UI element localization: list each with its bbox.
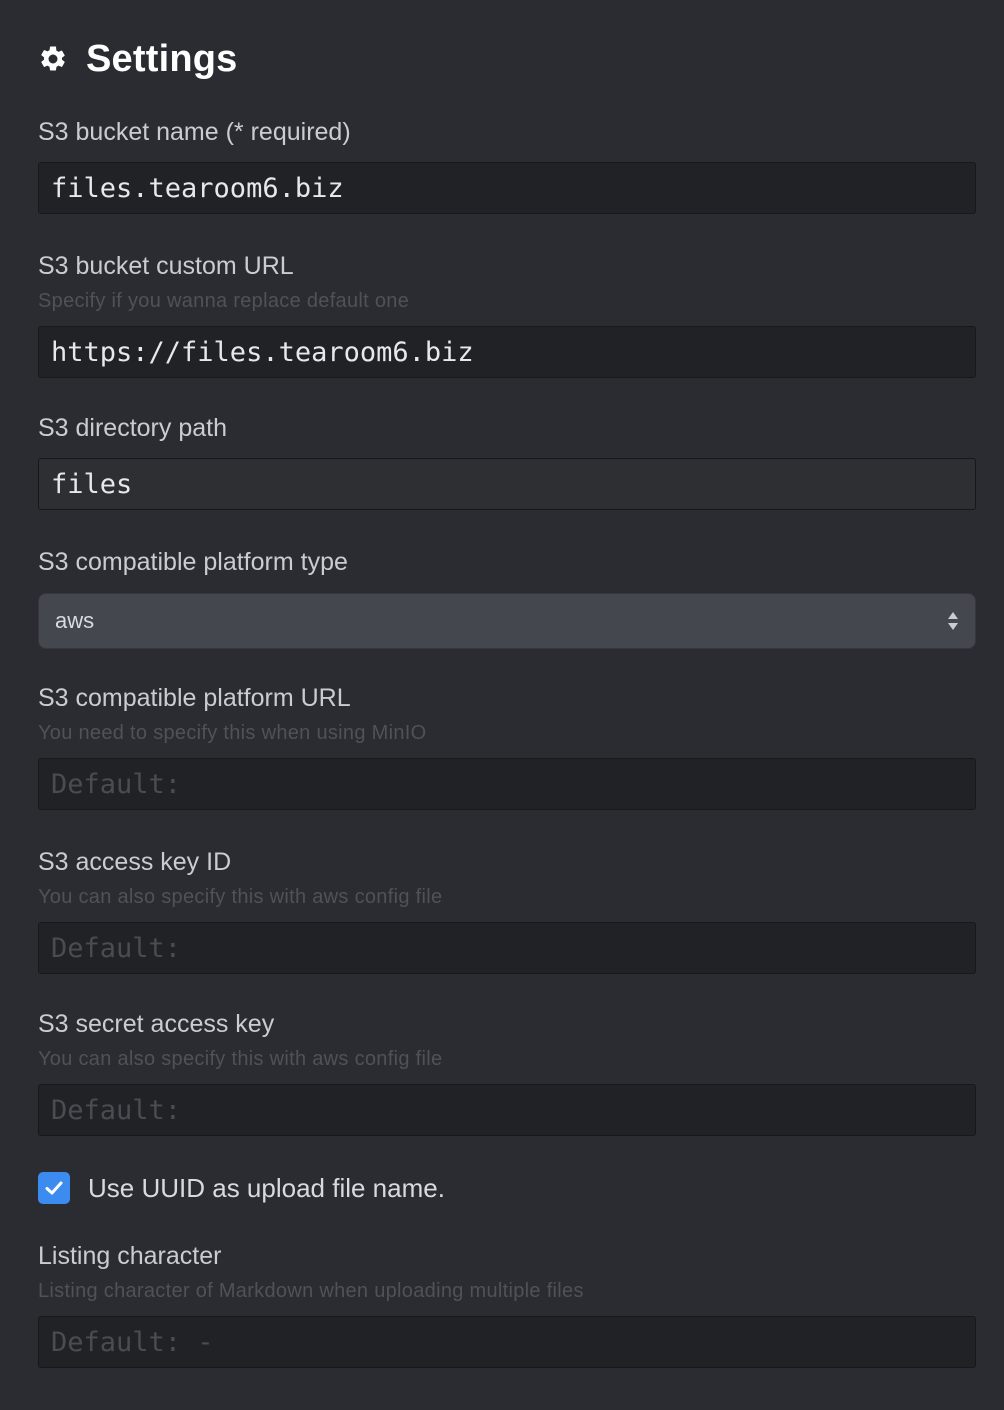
platform-url-input[interactable] bbox=[38, 758, 976, 810]
gear-icon bbox=[38, 44, 68, 74]
secret-access-key-hint: You can also specify this with aws confi… bbox=[38, 1048, 443, 1070]
directory-path-input[interactable] bbox=[38, 458, 976, 510]
settings-header: Settings bbox=[38, 36, 238, 82]
settings-panel: Settings S3 bucket name (* required) S3 … bbox=[0, 0, 1004, 1410]
platform-url-hint: You need to specify this when using MinI… bbox=[38, 722, 427, 744]
platform-type-value: aws bbox=[55, 608, 95, 633]
platform-url-label: S3 compatible platform URL bbox=[38, 684, 351, 712]
bucket-name-input[interactable] bbox=[38, 162, 976, 214]
access-key-id-label: S3 access key ID bbox=[38, 848, 232, 876]
bucket-name-label: S3 bucket name (* required) bbox=[38, 118, 351, 146]
listing-character-hint: Listing character of Markdown when uploa… bbox=[38, 1280, 584, 1302]
listing-character-input[interactable] bbox=[38, 1316, 976, 1368]
access-key-id-input[interactable] bbox=[38, 922, 976, 974]
bucket-url-hint: Specify if you wanna replace default one bbox=[38, 290, 410, 312]
select-arrows-icon bbox=[947, 610, 959, 632]
secret-access-key-input[interactable] bbox=[38, 1084, 976, 1136]
bucket-url-input[interactable] bbox=[38, 326, 976, 378]
uuid-option-row: Use UUID as upload file name. bbox=[38, 1172, 445, 1204]
access-key-id-hint: You can also specify this with aws confi… bbox=[38, 886, 443, 908]
uuid-checkbox[interactable] bbox=[38, 1172, 70, 1204]
platform-type-label: S3 compatible platform type bbox=[38, 548, 348, 576]
listing-character-label: Listing character bbox=[38, 1242, 222, 1270]
uuid-checkbox-label[interactable]: Use UUID as upload file name. bbox=[88, 1173, 445, 1204]
platform-type-select[interactable]: aws bbox=[38, 593, 976, 649]
secret-access-key-label: S3 secret access key bbox=[38, 1010, 275, 1038]
page-title: Settings bbox=[86, 37, 238, 80]
bucket-url-label: S3 bucket custom URL bbox=[38, 252, 294, 280]
directory-path-label: S3 directory path bbox=[38, 414, 227, 442]
checkmark-icon bbox=[45, 1181, 63, 1195]
